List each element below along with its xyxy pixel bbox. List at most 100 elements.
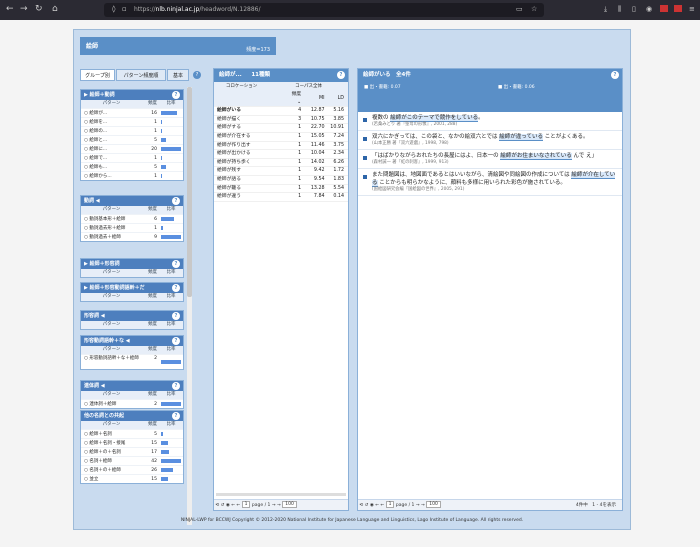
group-title[interactable]: 形容詞 ◀? [81, 311, 183, 321]
help-icon[interactable]: ? [172, 382, 180, 390]
help-icon[interactable]: ? [172, 312, 180, 320]
col-freq[interactable]: 頻度 ⌄ [286, 91, 302, 108]
url-bar[interactable]: ◊ ▫ https://nlb.ninjal.ac.jp/headword/N.… [104, 3, 544, 17]
pattern-row[interactable]: ○ 名詞＋の＋絵師 26 [81, 465, 183, 474]
addon-icon[interactable] [660, 5, 668, 12]
pattern-row[interactable]: ○ 絵師＋名詞 5 [81, 429, 183, 438]
example-sentence[interactable]: また問題図は、地図面であるとはいいながら、清絵図や同絵図の作成については 絵師が… [358, 169, 622, 196]
pattern-row[interactable]: ○ 絵師に... 20 [81, 144, 183, 153]
help-icon[interactable]: ? [172, 412, 180, 420]
scroll-thumb[interactable] [187, 87, 192, 297]
pattern-label[interactable]: ○ 名詞＋の＋絵師 [81, 466, 139, 474]
pattern-row[interactable]: ○ 絵師と... 5 [81, 135, 183, 144]
pattern-row[interactable]: ○ 絵師を... 1 [81, 117, 183, 126]
help-icon[interactable]: ? [172, 337, 180, 345]
tab-group[interactable]: グループ別 [80, 69, 115, 81]
collocation[interactable]: 絵師がする [214, 123, 287, 133]
pattern-row[interactable]: ○ 名詞＋絵師 42 [81, 456, 183, 465]
library-icon[interactable]: ⫼ [618, 5, 621, 14]
group-title[interactable]: ▶ 絵師＋形容動詞語幹＋だ? [81, 283, 183, 293]
pattern-label[interactable]: ○ 絵師で... [81, 154, 139, 162]
group-title[interactable]: 他の名詞との共起? [81, 411, 183, 421]
pattern-row[interactable]: ○ 連体詞＋絵師 2 [81, 399, 183, 408]
collocation[interactable]: 絵師が籠る [214, 184, 287, 194]
collocation[interactable]: 絵師が残す [214, 166, 287, 176]
table-row[interactable]: 絵師が残す 1 9.42 1.72 [214, 166, 348, 176]
back-button[interactable]: ← [6, 4, 14, 15]
page-input[interactable]: 1 [241, 501, 251, 508]
help-icon[interactable]: ? [172, 260, 180, 268]
pattern-label[interactable]: ○ 絵師に... [81, 145, 139, 153]
pattern-label[interactable]: ○ 絵師＋の＋名詞 [81, 448, 139, 456]
pattern-row[interactable]: ○ 並立 15 [81, 474, 183, 483]
pattern-label[interactable]: ○ 絵師を... [81, 118, 139, 126]
table-row[interactable]: 絵師が作り出す 1 11.46 3.75 [214, 141, 348, 151]
pattern-label[interactable]: ○ 絵師＋名詞 [81, 430, 139, 438]
table-row[interactable]: 絵師が介在する 1 15.05 7.24 [214, 132, 348, 142]
reader-icon[interactable]: ▭ [516, 5, 523, 13]
pattern-label[interactable]: ○ 連体詞＋絵師 [81, 400, 139, 408]
example-sentence[interactable]: 「はばかりながらおれたちの長屋にはよ、日本一の 絵師がお住まいなされている んで… [358, 150, 622, 169]
collocation[interactable]: 絵師が違う [214, 192, 287, 202]
addon2-icon[interactable] [674, 5, 682, 12]
table-row[interactable]: 絵師が籠る 1 13.28 5.54 [214, 184, 348, 194]
pattern-row[interactable]: ○ 絵師＋の＋名詞 17 [81, 447, 183, 456]
table-row[interactable]: 絵師が語る 1 9.54 1.83 [214, 175, 348, 185]
group-title[interactable]: ▶ 絵師＋形容詞? [81, 259, 183, 269]
table-row[interactable]: 絵師が違う 1 7.84 0.14 [214, 192, 348, 202]
collocation[interactable]: 絵師が介在する [214, 132, 287, 142]
table-row[interactable]: 絵師が持ち歩く 1 14.02 6.26 [214, 158, 348, 168]
pattern-label[interactable]: ○ 絵師の... [81, 127, 139, 135]
left-scrollbar[interactable] [187, 87, 192, 525]
page-size[interactable]: 100 [282, 501, 297, 508]
tab-basic[interactable]: 基本 [167, 69, 189, 81]
download-icon[interactable]: ⤓ [604, 5, 607, 14]
pattern-row[interactable]: ○ 動詞基本形＋絵師 6 [81, 214, 183, 223]
group-title[interactable]: 動詞 ◀? [81, 196, 183, 206]
table-row[interactable]: 絵師がいる 4 12.87 5.16 [214, 106, 348, 116]
page-size[interactable]: 100 [426, 501, 441, 508]
help-icon[interactable]: ? [337, 71, 345, 79]
pager-controls[interactable]: ⟲ ↺ ◉ ← ← [359, 503, 384, 508]
collocation[interactable]: 絵師が作り出す [214, 141, 287, 151]
help-icon[interactable]: ? [172, 91, 180, 99]
page-input[interactable]: 1 [385, 501, 395, 508]
bookmark-icon[interactable]: ☆ [531, 5, 537, 13]
pattern-row[interactable]: ○ 絵師も... 5 [81, 162, 183, 171]
pager-next[interactable]: → → [272, 503, 281, 508]
tab-collocation[interactable]: コロケーション [214, 82, 269, 91]
account-icon[interactable]: ◉ [646, 5, 652, 13]
pager-controls[interactable]: ⟲ ↺ ◉ ← ← [215, 503, 240, 508]
group-title[interactable]: ▶ 絵師＋動詞? [81, 90, 183, 100]
pattern-label[interactable]: ○ 形容動詞語幹＋な＋絵師 [81, 355, 139, 369]
menu-icon[interactable]: ≡ [689, 5, 695, 13]
pattern-label[interactable]: ○ 並立 [81, 475, 139, 483]
table-row[interactable]: 絵師がする 1 22.70 10.91 [214, 123, 348, 133]
help-icon[interactable]: ? [193, 71, 201, 79]
pattern-row[interactable]: ○ 絵師の... 1 [81, 126, 183, 135]
pattern-label[interactable]: ○ 動詞過去＋絵師 [81, 233, 139, 241]
pattern-label[interactable]: ○ 絵師と... [81, 136, 139, 144]
collocation[interactable]: 絵師が語る [214, 175, 287, 185]
pager-next[interactable]: → → [416, 503, 425, 508]
pattern-label[interactable]: ○ 絵師も... [81, 163, 139, 171]
col-mi[interactable]: MI [301, 91, 325, 108]
collocation[interactable]: 絵師が出かける [214, 149, 287, 159]
pattern-label[interactable]: ○ 絵師＋名詞・接尾 [81, 439, 139, 447]
reload-button[interactable]: ↻ [35, 4, 43, 15]
help-icon[interactable]: ? [611, 71, 619, 79]
forward-button[interactable]: → [20, 4, 28, 15]
pattern-label[interactable]: ○ 名詞＋絵師 [81, 457, 139, 465]
help-icon[interactable]: ? [172, 197, 180, 205]
pattern-row[interactable]: ○ 動詞過去＋絵師 9 [81, 232, 183, 241]
table-row[interactable]: 絵師が出かける 1 10.04 2.34 [214, 149, 348, 159]
pattern-label[interactable]: ○ 絵師から... [81, 172, 139, 180]
example-sentence[interactable]: 複数の 絵師がこのテーマで競作をしている。 (若桑みどり 著『聖母の形像』, 20… [358, 112, 622, 131]
pattern-label[interactable]: ○ 絵師が... [81, 109, 139, 117]
h-scrollbar[interactable] [216, 493, 346, 496]
collocation[interactable]: 絵師がいる [214, 106, 287, 116]
tab-pattern-freq[interactable]: パターン頻度順 [116, 69, 166, 81]
col-ld[interactable]: LD [324, 91, 348, 108]
home-button[interactable]: ⌂ [52, 4, 58, 15]
help-icon[interactable]: ? [172, 284, 180, 292]
